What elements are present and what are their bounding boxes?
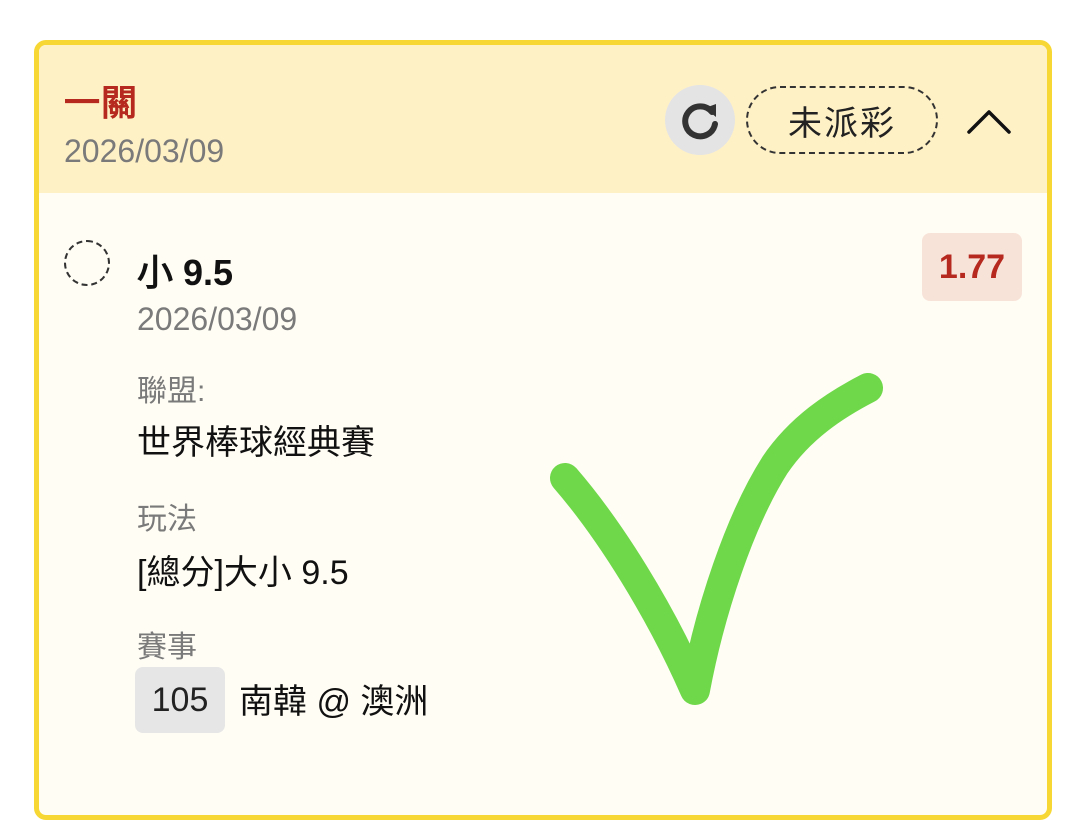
league-label: 聯盟:: [137, 375, 206, 408]
selection-date: 2026/03/09: [137, 301, 298, 337]
match-label: 賽事: [137, 631, 197, 664]
header-date: 2026/03/09: [64, 133, 225, 169]
selection-radio[interactable]: [64, 240, 110, 286]
bet-type-title: 一關: [64, 82, 139, 123]
league-value: 世界棒球經典賽: [137, 424, 375, 462]
collapse-button[interactable]: [954, 93, 1024, 149]
selection-name: 小 9.5: [137, 252, 234, 293]
odds-badge: 1.77: [922, 233, 1022, 301]
bet-type-value: [總分]大小 9.5: [137, 554, 349, 592]
bet-slip-card: 一關 2026/03/09 未派彩 小 9.5 2026/03/09 1.77 …: [34, 40, 1052, 820]
refresh-icon: [682, 103, 718, 140]
match-number-badge: 105: [135, 667, 225, 733]
match-teams: 南韓 @ 澳洲: [239, 683, 429, 721]
chevron-up-icon: [967, 110, 1011, 134]
settlement-status-badge: 未派彩: [746, 86, 938, 154]
refresh-button[interactable]: [665, 85, 735, 155]
bet-type-label: 玩法: [137, 503, 197, 536]
card-header: 一關 2026/03/09 未派彩: [39, 45, 1047, 193]
